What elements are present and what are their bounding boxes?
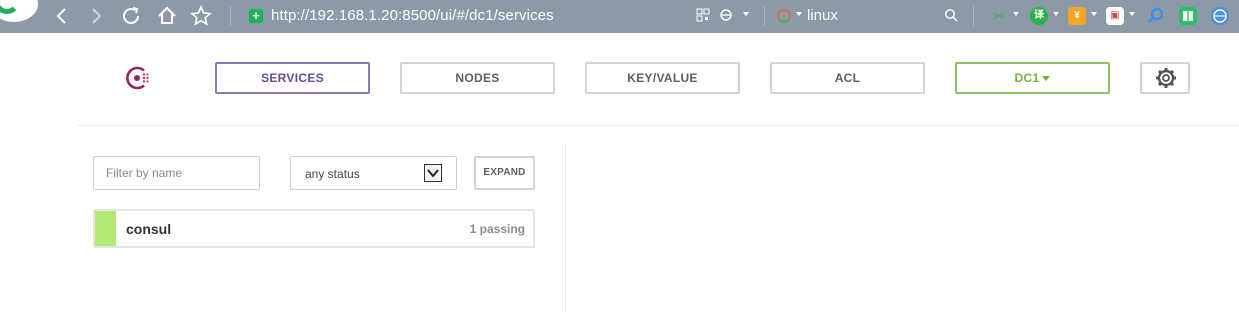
header-divider bbox=[78, 125, 1239, 126]
column-divider bbox=[565, 145, 566, 312]
expand-button[interactable]: EXPAND bbox=[474, 156, 535, 190]
tab-nodes[interactable]: NODES bbox=[400, 62, 555, 94]
yuan-extension-icon[interactable]: ¥ bbox=[1068, 7, 1086, 25]
status-filter-value: any status bbox=[305, 167, 360, 181]
browser-toolbar: + http://192.168.1.20:8500/ui/#/dc1/serv… bbox=[0, 0, 1239, 33]
browser-logo-icon bbox=[0, 0, 20, 14]
service-list-item[interactable]: consul 1 passing bbox=[93, 209, 535, 248]
toolbar-separator bbox=[973, 6, 974, 26]
refresh-icon[interactable] bbox=[119, 4, 143, 28]
search-extension-icon[interactable] bbox=[1147, 7, 1165, 25]
globe-extension-icon[interactable] bbox=[1211, 7, 1229, 25]
status-filter-select[interactable]: any status bbox=[290, 156, 457, 190]
qr-icon[interactable] bbox=[695, 8, 711, 24]
filter-by-name-input[interactable] bbox=[93, 156, 260, 190]
extension-caret-icon[interactable] bbox=[1013, 12, 1019, 16]
tab-acl[interactable]: ACL bbox=[770, 62, 925, 94]
toolbar-separator bbox=[230, 6, 231, 26]
browser-logo bbox=[0, 0, 38, 22]
game-extension-icon[interactable]: ▣ bbox=[1106, 7, 1124, 25]
extension-caret-icon[interactable] bbox=[1091, 12, 1097, 16]
ie-dropdown-caret-icon[interactable] bbox=[743, 12, 749, 16]
toolbar-separator bbox=[764, 6, 765, 26]
search-icon[interactable] bbox=[943, 8, 959, 24]
search-engine-caret-icon[interactable] bbox=[796, 12, 802, 16]
secure-icon[interactable]: + bbox=[249, 9, 263, 23]
consul-logo-icon[interactable] bbox=[123, 63, 153, 93]
tab-key-value[interactable]: KEY/VALUE bbox=[585, 62, 740, 94]
service-name: consul bbox=[126, 221, 172, 237]
home-icon[interactable] bbox=[155, 4, 179, 28]
datacenter-dropdown[interactable]: DC1 bbox=[955, 62, 1110, 94]
search-engine-label[interactable]: linux bbox=[807, 7, 838, 24]
address-bar-url[interactable]: http://192.168.1.20:8500/ui/#/dc1/servic… bbox=[271, 7, 554, 24]
book-extension-icon[interactable] bbox=[1179, 7, 1197, 25]
star-icon[interactable] bbox=[189, 4, 213, 28]
forward-icon[interactable] bbox=[84, 4, 108, 28]
service-health-indicator bbox=[95, 211, 116, 246]
service-check-status: 1 passing bbox=[469, 222, 525, 236]
search-engine-icon[interactable] bbox=[776, 8, 792, 24]
extension-caret-icon[interactable] bbox=[1129, 12, 1135, 16]
scissors-extension-icon[interactable]: ✂ bbox=[990, 7, 1008, 25]
ie-icon[interactable] bbox=[718, 8, 734, 24]
chevron-down-icon bbox=[1042, 76, 1051, 82]
translate-extension-icon[interactable]: 译 bbox=[1030, 7, 1048, 25]
settings-button[interactable] bbox=[1140, 62, 1190, 94]
extension-caret-icon[interactable] bbox=[1053, 12, 1059, 16]
back-icon[interactable] bbox=[50, 4, 74, 28]
tab-services[interactable]: SERVICES bbox=[215, 62, 370, 94]
gear-icon bbox=[1156, 68, 1176, 88]
datacenter-label: DC1 bbox=[1014, 71, 1040, 85]
chevron-down-icon[interactable] bbox=[424, 164, 442, 182]
